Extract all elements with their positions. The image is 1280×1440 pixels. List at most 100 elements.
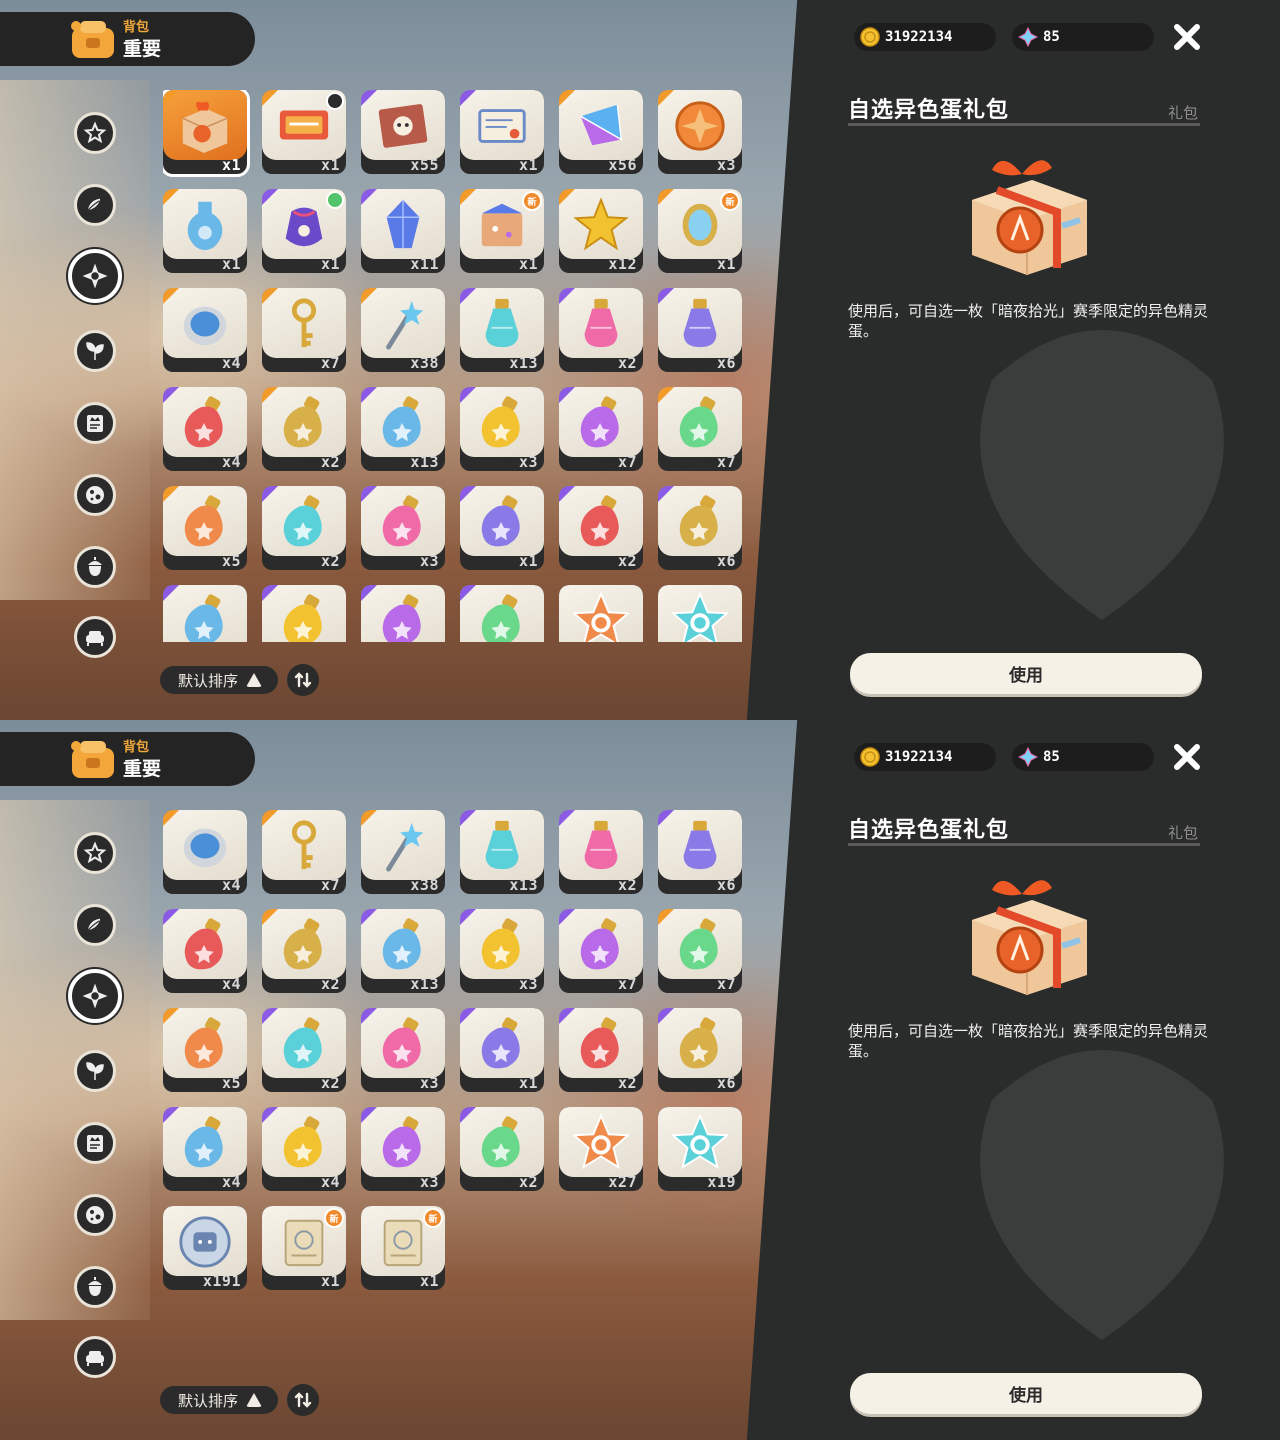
sort-dropdown[interactable]: 默认排序 — [160, 666, 278, 694]
inventory-slot[interactable]: x5 — [163, 486, 247, 570]
inventory-slot[interactable]: x1 — [262, 90, 346, 174]
inventory-slot[interactable]: x2 — [262, 387, 346, 471]
category-tab-1[interactable] — [74, 112, 116, 154]
item-grid-viewport[interactable]: x1x1x55x1x56x3x1x1x11x1新x12x1新x4x7x38x13… — [163, 810, 753, 1362]
slot-face — [262, 585, 346, 642]
inventory-slot[interactable]: x4 — [262, 585, 346, 642]
inventory-slot[interactable]: x3 — [361, 1008, 445, 1092]
category-tab-7[interactable] — [74, 546, 116, 588]
inventory-slot[interactable]: x1 新 — [262, 1206, 346, 1290]
inventory-slot[interactable]: x3 — [658, 90, 742, 174]
use-button[interactable]: 使用 — [850, 653, 1202, 694]
category-tab-2[interactable] — [74, 184, 116, 226]
inventory-slot[interactable]: x3 — [361, 1107, 445, 1191]
category-tab-5[interactable] — [74, 402, 116, 444]
category-tab-8[interactable] — [74, 1336, 116, 1378]
slot-face — [163, 810, 247, 880]
inventory-slot[interactable]: x1 — [163, 90, 250, 177]
inventory-slot[interactable]: x3 — [361, 486, 445, 570]
category-tab-6[interactable] — [74, 474, 116, 516]
slot-face — [460, 486, 544, 556]
inventory-slot[interactable]: x4 — [163, 810, 247, 894]
inventory-slot[interactable]: x3 — [460, 909, 544, 993]
item-grid-viewport[interactable]: x1x1x55x1x56x3x1x1x11x1新x12x1新x4x7x38x13… — [163, 90, 753, 642]
slot-face — [361, 288, 445, 358]
inventory-slot[interactable]: x1 新 — [658, 189, 742, 273]
inventory-slot[interactable]: x4 — [262, 1107, 346, 1191]
inventory-slot[interactable]: x2 — [262, 909, 346, 993]
inventory-slot[interactable]: x1 — [163, 189, 247, 273]
inventory-slot[interactable]: x191 — [163, 1206, 247, 1290]
close-button[interactable] — [1168, 18, 1206, 56]
close-button[interactable] — [1168, 738, 1206, 776]
category-tab-5[interactable] — [74, 1122, 116, 1164]
inventory-slot[interactable]: x7 — [658, 387, 742, 471]
inventory-slot[interactable]: x6 — [658, 1008, 742, 1092]
inventory-slot[interactable]: x13 — [460, 810, 544, 894]
inventory-slot[interactable]: x1 — [460, 90, 544, 174]
inventory-slot[interactable]: x38 — [361, 288, 445, 372]
inventory-slot[interactable]: x12 — [559, 189, 643, 273]
inventory-slot[interactable]: x3 — [361, 585, 445, 642]
inventory-slot[interactable]: x4 — [163, 585, 247, 642]
item-quantity: x2 — [320, 453, 340, 471]
category-title: 重要 — [123, 38, 162, 60]
inventory-slot[interactable]: x1 — [460, 486, 544, 570]
category-tab-7[interactable] — [74, 1266, 116, 1308]
inventory-slot[interactable]: x2 — [559, 1008, 643, 1092]
inventory-slot[interactable]: x13 — [460, 288, 544, 372]
inventory-slot[interactable]: x7 — [658, 909, 742, 993]
inventory-slot[interactable]: x2 — [559, 810, 643, 894]
use-button[interactable]: 使用 — [850, 1373, 1202, 1414]
inventory-slot[interactable]: x1 新 — [460, 189, 544, 273]
inventory-slot[interactable]: x1 新 — [361, 1206, 445, 1290]
inventory-slot[interactable]: x13 — [361, 909, 445, 993]
inventory-slot[interactable]: x4 — [163, 387, 247, 471]
category-tab-4[interactable] — [74, 330, 116, 372]
inventory-slot[interactable]: x7 — [262, 810, 346, 894]
sort-order-toggle[interactable] — [287, 664, 319, 696]
inventory-slot[interactable]: x2 — [559, 288, 643, 372]
inventory-slot[interactable]: x6 — [658, 288, 742, 372]
inventory-slot[interactable]: x13 — [361, 387, 445, 471]
inventory-slot[interactable]: x2 — [262, 1008, 346, 1092]
inventory-slot[interactable]: x19 — [658, 1107, 742, 1191]
inventory-slot[interactable]: x3 — [460, 387, 544, 471]
item-quantity: x7 — [716, 453, 736, 471]
category-tab-3[interactable] — [68, 969, 122, 1023]
inventory-slot[interactable]: x27 — [559, 585, 643, 642]
inventory-slot[interactable]: x38 — [361, 810, 445, 894]
category-tab-3[interactable] — [68, 249, 122, 303]
inventory-slot[interactable]: x5 — [163, 1008, 247, 1092]
category-tab-1[interactable] — [74, 832, 116, 874]
inventory-slot[interactable]: x2 — [262, 486, 346, 570]
inventory-slot[interactable]: x55 — [361, 90, 445, 174]
sort-dropdown[interactable]: 默认排序 — [160, 1386, 278, 1414]
item-quantity: x3 — [518, 453, 538, 471]
inventory-slot[interactable]: x2 — [460, 1107, 544, 1191]
inventory-slot[interactable]: x1 — [262, 189, 346, 273]
inventory-slot[interactable]: x2 — [559, 486, 643, 570]
inventory-slot[interactable]: x19 — [658, 585, 742, 642]
inventory-slot[interactable]: x2 — [460, 585, 544, 642]
category-tab-2[interactable] — [74, 904, 116, 946]
inventory-slot[interactable]: x7 — [262, 288, 346, 372]
inventory-slot[interactable]: x7 — [559, 909, 643, 993]
slot-face — [361, 486, 445, 556]
inventory-slot[interactable]: x56 — [559, 90, 643, 174]
inventory-slot[interactable]: x11 — [361, 189, 445, 273]
inventory-slot[interactable]: x4 — [163, 909, 247, 993]
category-tab-6[interactable] — [74, 1194, 116, 1236]
letter-icon — [478, 109, 526, 143]
inventory-slot[interactable]: x4 — [163, 1107, 247, 1191]
inventory-slot[interactable]: x1 — [460, 1008, 544, 1092]
inventory-slot[interactable]: x6 — [658, 486, 742, 570]
category-tab-4[interactable] — [74, 1050, 116, 1092]
inventory-slot[interactable]: x27 — [559, 1107, 643, 1191]
inventory-slot[interactable]: x6 — [658, 810, 742, 894]
category-tab-8[interactable] — [74, 616, 116, 658]
sort-order-toggle[interactable] — [287, 1384, 319, 1416]
inventory-slot[interactable]: x7 — [559, 387, 643, 471]
item-quantity: x6 — [716, 354, 736, 372]
inventory-slot[interactable]: x4 — [163, 288, 247, 372]
